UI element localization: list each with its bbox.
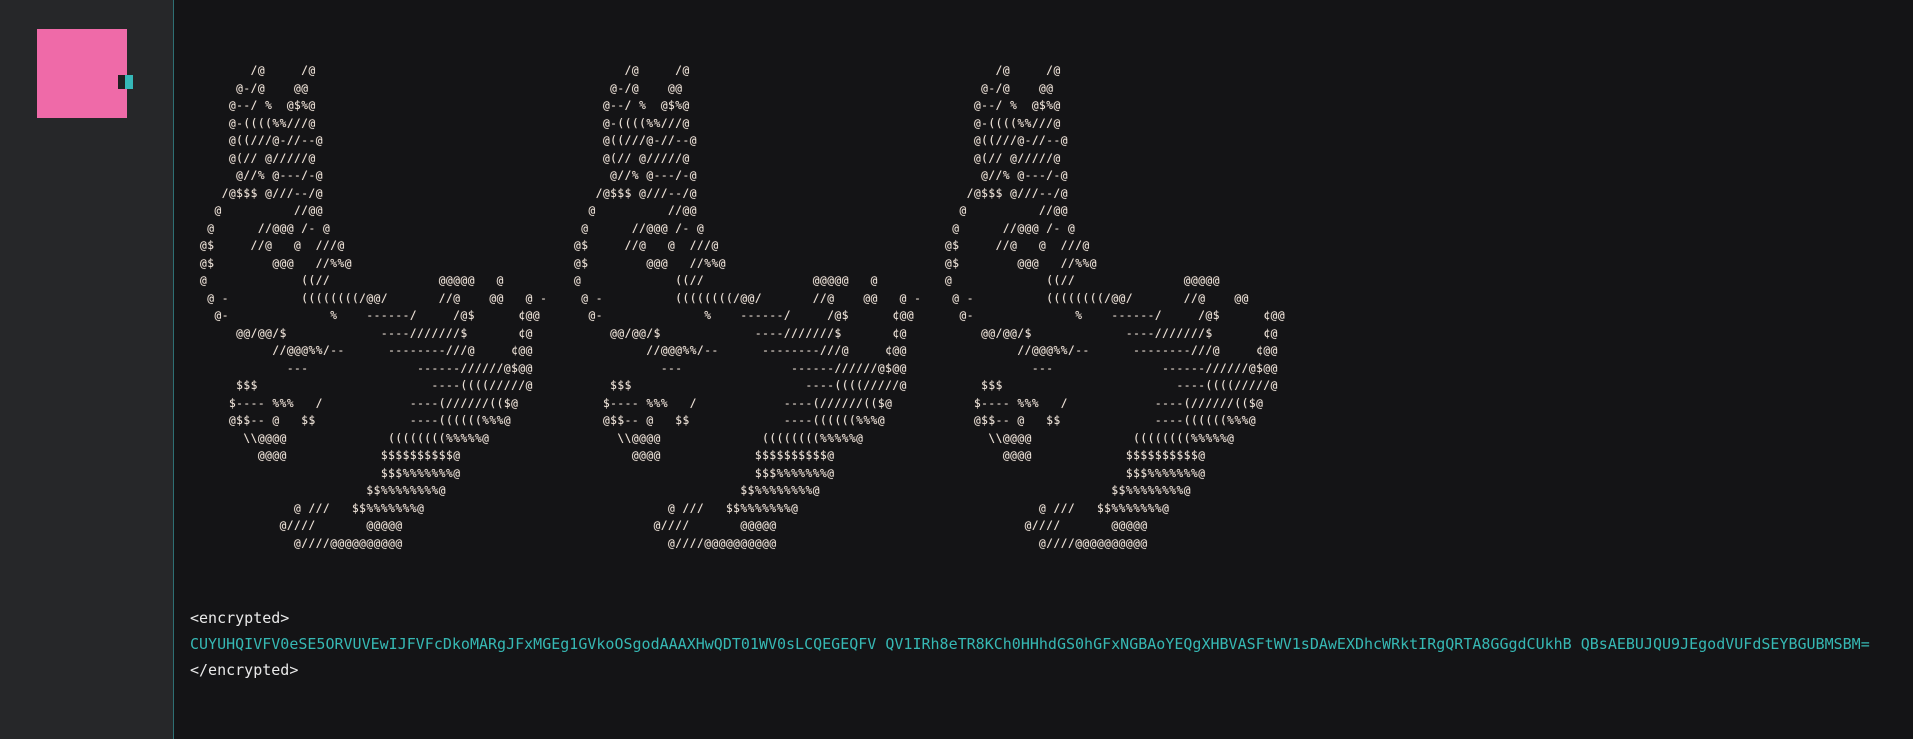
ascii-art-copy-3: /@ /@ @-/@ @@ @--/ % @$%@ @-((((%%///@ @…: [945, 64, 1286, 550]
encrypted-block: <encrypted> CUYUHQIVFV0eSE5ORVUVEwIJFVFc…: [190, 607, 1900, 681]
avatar-notch-icon: [118, 75, 125, 89]
ascii-art-copy-1: /@ /@ @-/@ @@ @--/ % @$%@ @-((((%%///@ @…: [200, 64, 548, 550]
ascii-art-copy-2: /@ /@ @-/@ @@ @--/ % @$%@ @-((((%%///@ @…: [574, 64, 922, 550]
encrypted-close-tag: </encrypted>: [190, 661, 299, 679]
encrypted-payload: CUYUHQIVFV0eSE5ORVUVEwIJFVFcDkoMARgJFxMG…: [190, 635, 1870, 653]
terminal-window: /@ /@ @-/@ @@ @--/ % @$%@ @-((((%%///@ @…: [0, 0, 1913, 739]
ascii-art-banner: /@ /@ @-/@ @@ @--/ % @$%@ @-((((%%///@ @…: [174, 62, 1913, 567]
avatar[interactable]: [37, 29, 127, 118]
cursor-marker-icon: [125, 75, 133, 89]
sidebar: [0, 0, 173, 739]
encrypted-open-tag: <encrypted>: [190, 609, 290, 627]
